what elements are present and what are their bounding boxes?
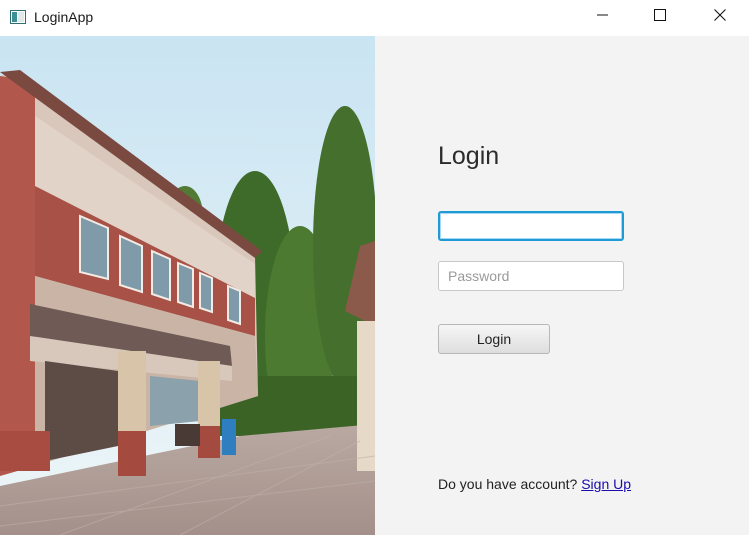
maximize-button[interactable]	[637, 0, 683, 34]
minimize-icon	[597, 8, 609, 26]
close-icon	[714, 8, 726, 26]
app-window-icon	[10, 10, 26, 24]
close-button[interactable]	[697, 0, 743, 34]
login-heading: Login	[438, 142, 500, 170]
signup-row: Do you have account? Sign Up	[438, 476, 631, 492]
login-form-panel: Login Login Do you have account? Sign Up	[375, 36, 749, 535]
signup-prompt: Do you have account?	[438, 476, 578, 492]
maximize-icon	[654, 8, 666, 26]
building-photo	[0, 36, 375, 535]
username-input[interactable]	[438, 211, 624, 241]
signup-link[interactable]: Sign Up	[581, 476, 631, 492]
title-bar: LoginApp	[0, 0, 749, 36]
password-input[interactable]	[438, 261, 624, 291]
window-title: LoginApp	[34, 9, 94, 25]
minimize-button[interactable]	[580, 0, 626, 34]
login-button[interactable]: Login	[438, 324, 550, 354]
